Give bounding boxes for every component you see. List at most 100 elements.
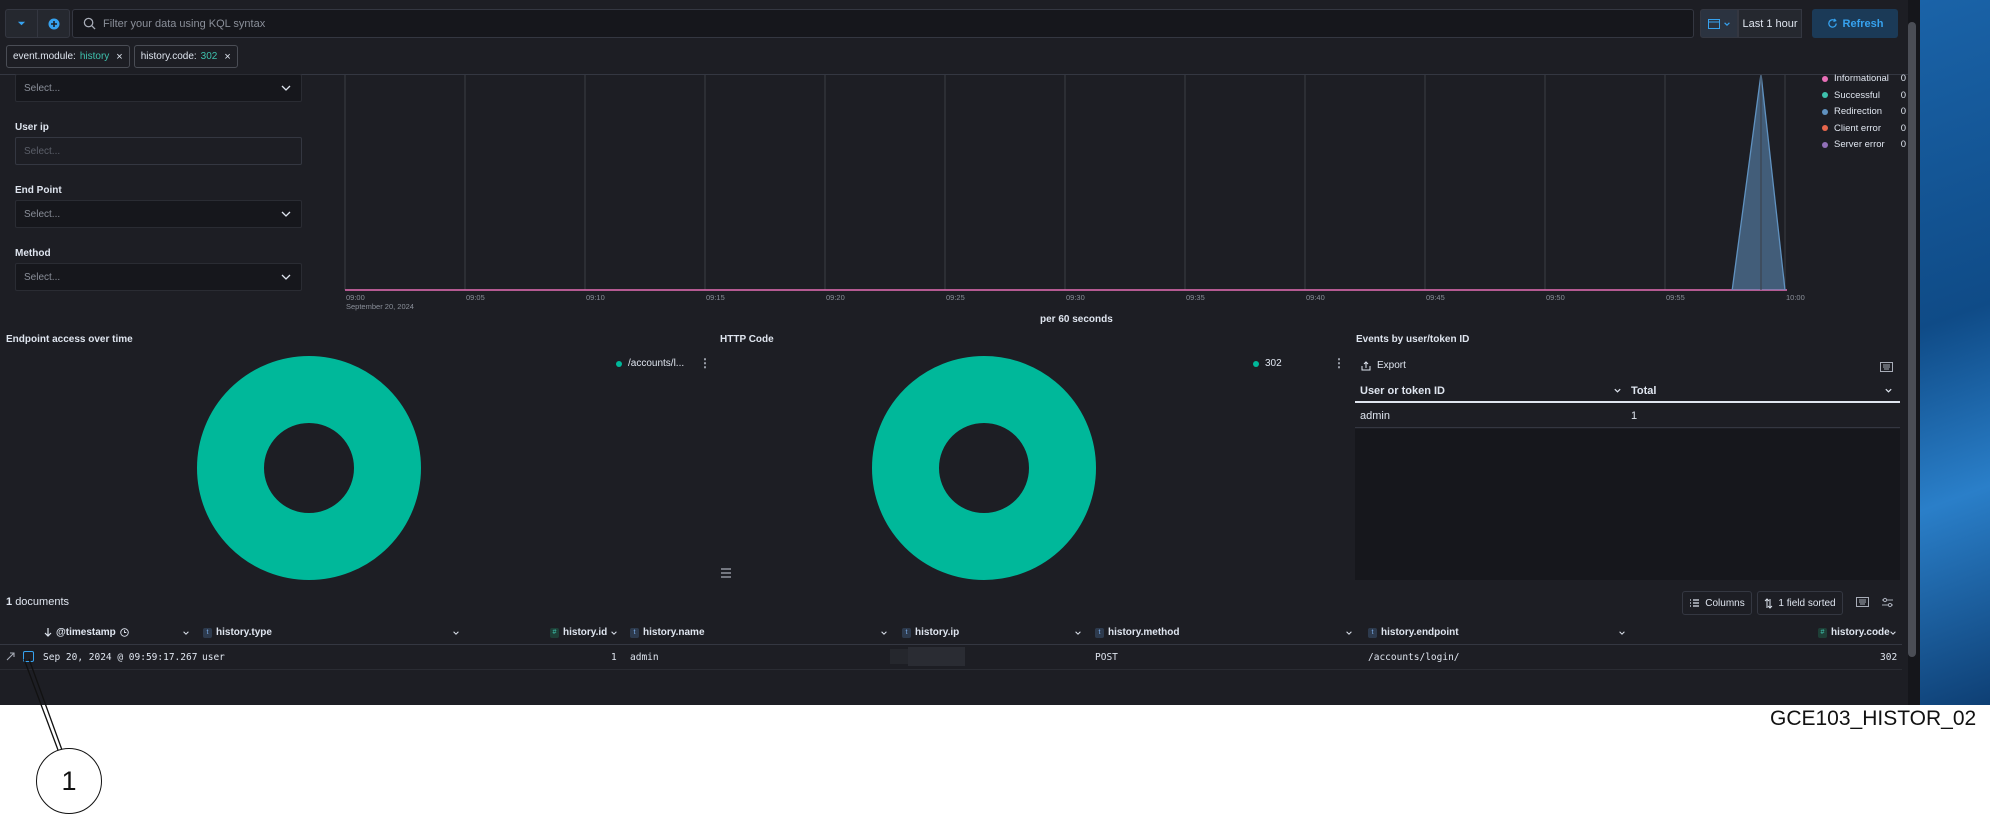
chevron-down-icon[interactable]: [1618, 629, 1626, 637]
legend-label: Client error: [1834, 122, 1881, 134]
chevron-down-icon[interactable]: [1613, 386, 1622, 395]
add-filter-button[interactable]: [37, 9, 70, 38]
kebab-menu-icon[interactable]: ⋮: [1333, 356, 1345, 370]
method-label: Method: [15, 248, 51, 259]
display-settings-icon[interactable]: [1881, 597, 1894, 608]
endpoint-select[interactable]: Select...: [15, 200, 302, 228]
legend-count: 0: [1900, 73, 1906, 84]
endpoint-legend-item[interactable]: /accounts/l...: [616, 358, 684, 369]
table-empty-area: [1355, 429, 1900, 580]
string-type-icon: t: [630, 627, 639, 638]
table-row[interactable]: admin 1: [1355, 404, 1900, 428]
row-select-checkbox[interactable]: [23, 651, 34, 662]
legend-item[interactable]: Successful 0: [1822, 90, 1906, 101]
chevron-down-icon[interactable]: [1074, 629, 1082, 637]
legend-dot: [616, 360, 622, 367]
column-header-total[interactable]: Total: [1631, 385, 1656, 397]
method-select[interactable]: Select...: [15, 263, 302, 291]
donut-slice-302[interactable]: [872, 356, 1096, 580]
filter-value: history: [79, 51, 110, 62]
kebab-menu-icon[interactable]: ⋮: [699, 356, 711, 370]
column-header-ip[interactable]: t history.ip: [902, 627, 959, 638]
columns-button[interactable]: Columns: [1682, 591, 1752, 615]
legend-count: 0: [1900, 106, 1906, 117]
x-tick-label: 10:00: [1786, 293, 1805, 302]
chevron-down-icon[interactable]: [1345, 629, 1353, 637]
discover-app: Last 1 hour Refresh event.module: histor…: [0, 0, 1920, 705]
chevron-down-icon[interactable]: [610, 629, 618, 637]
column-header-endpoint[interactable]: t history.endpoint: [1368, 627, 1459, 638]
column-header-user[interactable]: User or token ID: [1360, 385, 1445, 397]
column-header-timestamp[interactable]: @timestamp: [44, 627, 129, 638]
close-icon[interactable]: ×: [116, 51, 122, 63]
sort-fields-button[interactable]: 1 field sorted: [1757, 591, 1843, 615]
filter-bar: event.module: history × history.code: 30…: [6, 45, 238, 69]
column-label: history.endpoint: [1381, 627, 1459, 638]
chevron-down-icon[interactable]: [1884, 386, 1893, 395]
legend-label: Server error: [1834, 139, 1885, 150]
legend-item[interactable]: Redirection 0: [1822, 106, 1906, 117]
vertical-scrollbar[interactable]: [1908, 22, 1916, 657]
cell-timestamp: Sep 20, 2024 @ 09:59:17.267: [43, 652, 198, 663]
keyboard-icon[interactable]: [1880, 362, 1893, 372]
x-tick-label: 09:30: [1066, 293, 1085, 302]
export-button[interactable]: Export: [1361, 360, 1406, 371]
legend-label: Informational: [1834, 73, 1889, 84]
refresh-label: Refresh: [1842, 17, 1884, 30]
x-tick-label: 09:55: [1666, 293, 1685, 302]
caret-down-icon: [17, 21, 26, 26]
column-header-code[interactable]: # history.code: [1818, 627, 1890, 638]
chevron-down-icon: [1723, 21, 1730, 26]
http-code-donut: [872, 356, 1096, 580]
string-type-icon: t: [902, 627, 911, 638]
column-header-type[interactable]: t history.type: [203, 627, 272, 638]
legend-label: 302: [1265, 358, 1282, 369]
chevron-down-icon[interactable]: [1889, 629, 1897, 637]
search-input[interactable]: [103, 17, 1693, 30]
expand-icon[interactable]: [5, 651, 16, 662]
time-range-display[interactable]: Last 1 hour: [1738, 9, 1802, 38]
legend-count: 0: [1900, 89, 1906, 101]
column-header-name[interactable]: t history.name: [630, 627, 705, 638]
x-tick-label: 09:35: [1186, 293, 1205, 302]
select-placeholder: Select...: [24, 145, 61, 157]
http-code-legend-item[interactable]: 302: [1253, 358, 1282, 369]
filter-pill-event-module[interactable]: event.module: history ×: [6, 45, 130, 68]
keyboard-icon[interactable]: [1856, 597, 1869, 607]
refresh-button[interactable]: Refresh: [1812, 9, 1898, 38]
chevron-down-icon[interactable]: [452, 629, 460, 637]
status-timeline-chart: 09:00 09:05 09:10 09:15 09:20 09:25 09:30 09:35…: [314, 73, 1910, 320]
export-label: Export: [1377, 360, 1406, 371]
legend-dot: [1822, 125, 1828, 131]
series-area-redirection: [1732, 74, 1785, 290]
column-header-method[interactable]: t history.method: [1095, 627, 1179, 638]
chevron-down-icon[interactable]: [182, 629, 190, 637]
legend-item[interactable]: Client error 0: [1822, 123, 1906, 134]
cell-user: admin: [1360, 410, 1390, 422]
legend-item[interactable]: Informational 0: [1822, 73, 1906, 84]
table-header: User or token ID Total: [1355, 379, 1900, 403]
date-quick-menu-button[interactable]: [1700, 9, 1738, 38]
legend-dot: [1822, 92, 1828, 98]
x-tick-label: 09:50: [1546, 293, 1565, 302]
columns-icon: [1690, 599, 1700, 607]
legend-dot: [1822, 108, 1828, 115]
chevron-down-icon[interactable]: [880, 629, 888, 637]
saved-query-button[interactable]: [5, 9, 38, 38]
donut-slice-endpoint[interactable]: [197, 356, 421, 580]
top-select[interactable]: Select...: [15, 74, 302, 102]
kql-search-field[interactable]: [72, 9, 1694, 38]
legend-item[interactable]: Server error 0: [1822, 139, 1906, 150]
user-ip-select[interactable]: Select...: [15, 137, 302, 165]
query-bar: Last 1 hour Refresh: [0, 0, 1908, 46]
endpoint-label: End Point: [15, 185, 62, 196]
redacted-ip-mask: [890, 649, 908, 664]
callout-marker: 1: [36, 748, 102, 814]
select-placeholder: Select...: [24, 82, 61, 94]
list-icon[interactable]: [720, 567, 732, 579]
filter-pill-history-code[interactable]: history.code: 302 ×: [133, 45, 238, 68]
number-type-icon: #: [1818, 627, 1827, 638]
close-icon[interactable]: ×: [224, 51, 230, 63]
column-header-id[interactable]: # history.id: [550, 627, 607, 638]
cell-total: 1: [1631, 410, 1638, 422]
